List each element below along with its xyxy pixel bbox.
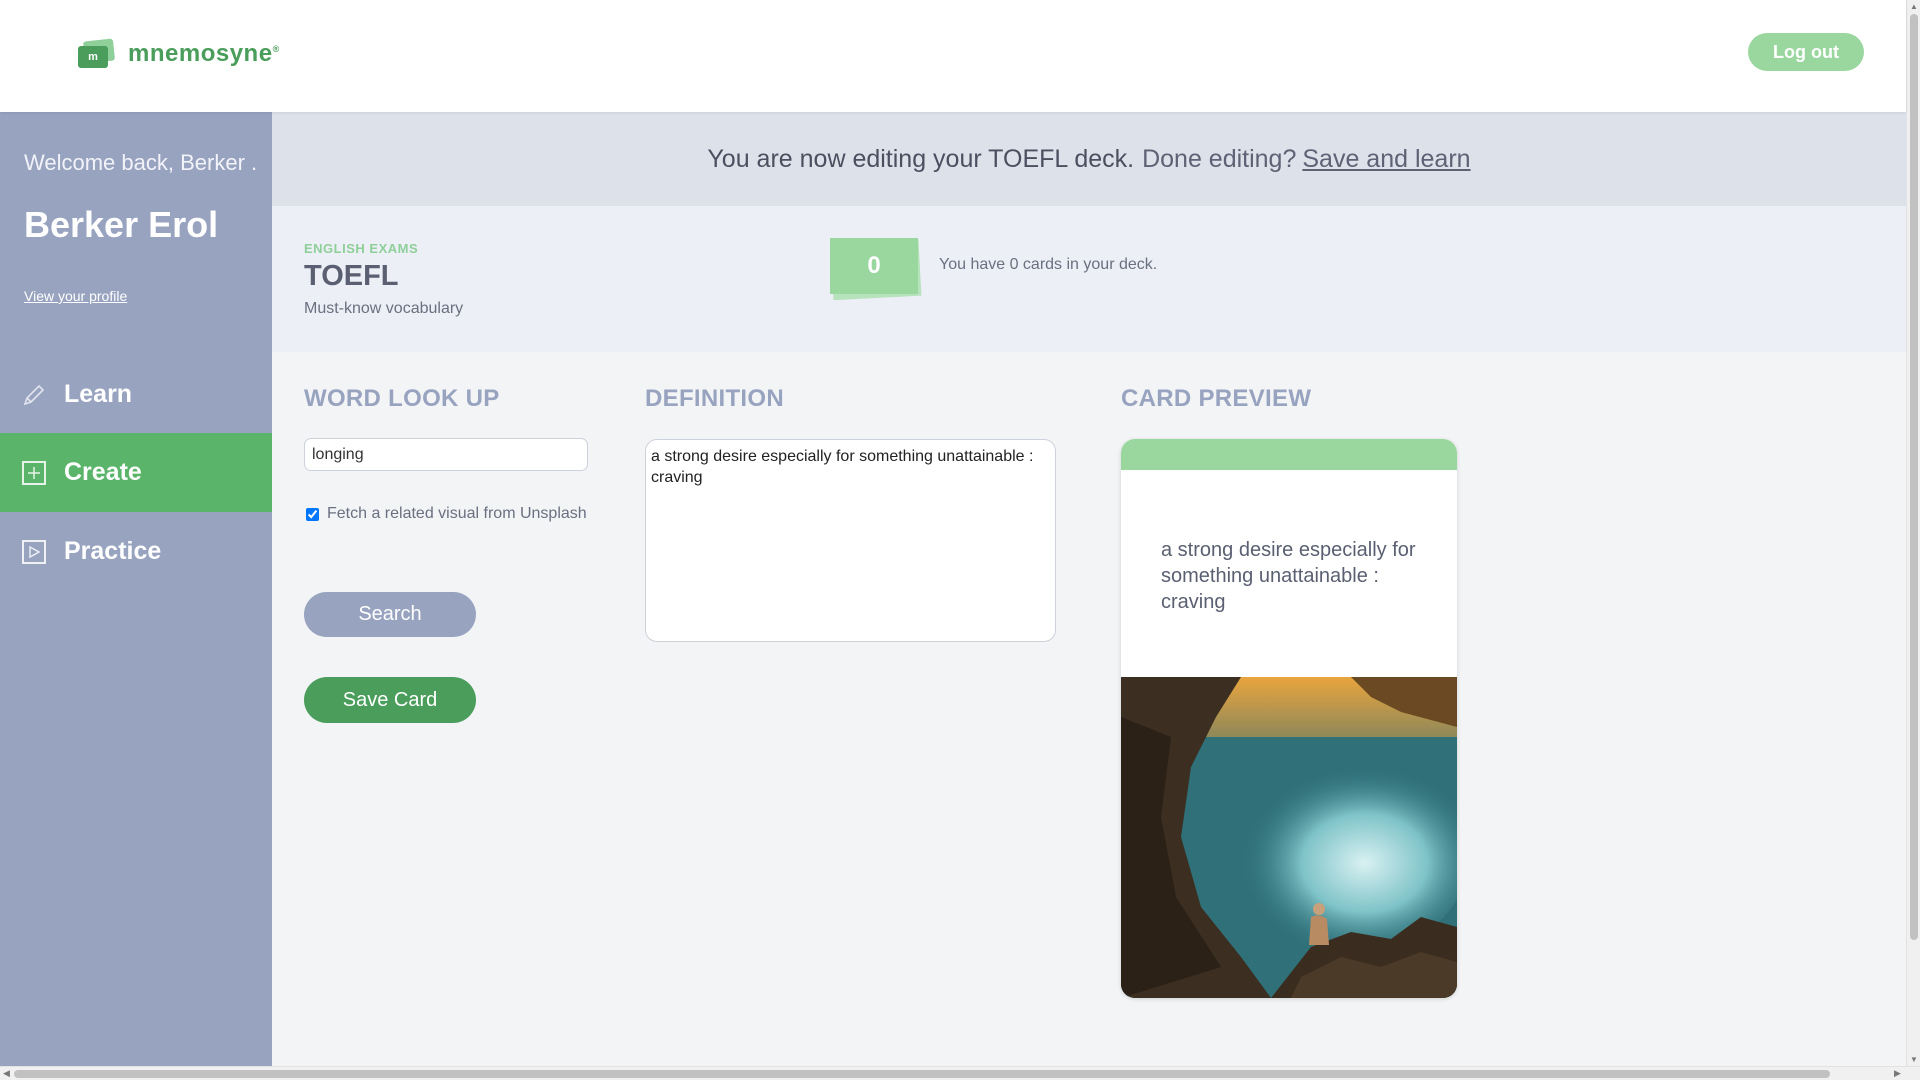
card-preview: a strong desire especially for something… <box>1121 439 1457 998</box>
top-header: m mnemosyne® Log out <box>0 0 1906 112</box>
sidebar-item-label: Learn <box>64 380 133 408</box>
word-lookup-title: WORD LOOK UP <box>304 385 500 412</box>
definition-textarea[interactable]: a strong desire especially for something… <box>645 439 1056 642</box>
horizontal-scroll-thumb[interactable] <box>14 1070 1830 1078</box>
welcome-text: Welcome back, Berker . <box>24 150 258 175</box>
deck-info-panel: ENGLISH EXAMS TOEFL Must-know vocabulary… <box>272 206 1906 352</box>
sidebar: Welcome back, Berker . Berker Erol View … <box>0 112 272 1066</box>
fetch-visual-checkbox[interactable] <box>306 507 319 521</box>
vertical-scroll-thumb[interactable] <box>1910 14 1918 940</box>
card-preview-image <box>1121 677 1457 998</box>
vertical-scrollbar[interactable]: ▲ ▼ <box>1906 0 1920 1066</box>
card-count-badge: 0 <box>830 238 922 301</box>
play-square-icon <box>22 539 46 564</box>
logo-text: mnemosyne® <box>128 40 280 67</box>
view-profile-link[interactable]: View your profile <box>24 288 127 304</box>
user-name: Berker Erol <box>24 204 219 245</box>
deck-name: TOEFL <box>304 260 399 292</box>
fetch-visual-option[interactable]: Fetch a related visual from Unsplash <box>306 505 587 523</box>
card-count-text: You have 0 cards in your deck. <box>939 256 1158 273</box>
card-count: 0 <box>830 238 918 294</box>
card-preview-text: a strong desire especially for something… <box>1161 539 1416 613</box>
sidebar-item-practice[interactable]: Practice <box>0 512 272 591</box>
edit-banner: You are now editing your TOEFL deck. Don… <box>272 112 1906 206</box>
horizontal-scrollbar[interactable]: ◀ ▶ <box>0 1066 1920 1080</box>
word-input[interactable] <box>304 438 588 471</box>
app-logo[interactable]: m mnemosyne® <box>78 38 280 68</box>
scroll-left-icon[interactable]: ◀ <box>3 1068 10 1079</box>
logout-button[interactable]: Log out <box>1748 33 1864 71</box>
fetch-visual-label: Fetch a related visual from Unsplash <box>327 505 587 522</box>
deck-subtitle: Must-know vocabulary <box>304 300 464 317</box>
search-button[interactable]: Search <box>304 592 476 637</box>
save-card-button[interactable]: Save Card <box>304 677 476 723</box>
logo-cards-icon: m <box>78 38 116 68</box>
scroll-down-icon[interactable]: ▼ <box>1910 1055 1918 1064</box>
sidebar-item-create[interactable]: Create <box>0 433 272 512</box>
save-and-learn-link[interactable]: Save and learn <box>1302 145 1470 174</box>
definition-title: DEFINITION <box>645 385 784 412</box>
sidebar-item-label: Practice <box>64 537 162 565</box>
plus-square-icon <box>22 460 46 485</box>
scroll-up-icon[interactable]: ▲ <box>1910 2 1918 11</box>
scroll-right-icon[interactable]: ▶ <box>1894 1068 1901 1079</box>
done-editing-text: Done editing? <box>1142 144 1297 173</box>
card-preview-header <box>1121 439 1457 470</box>
editing-message: You are now editing your TOEFL deck. <box>707 144 1135 173</box>
sidebar-item-learn[interactable]: Learn <box>0 355 272 434</box>
card-preview-title: CARD PREVIEW <box>1121 385 1312 412</box>
sidebar-item-label: Create <box>64 458 142 486</box>
main-content: You are now editing your TOEFL deck. Don… <box>272 112 1906 1066</box>
deck-category: ENGLISH EXAMS <box>304 241 419 256</box>
pencil-icon <box>22 383 46 407</box>
